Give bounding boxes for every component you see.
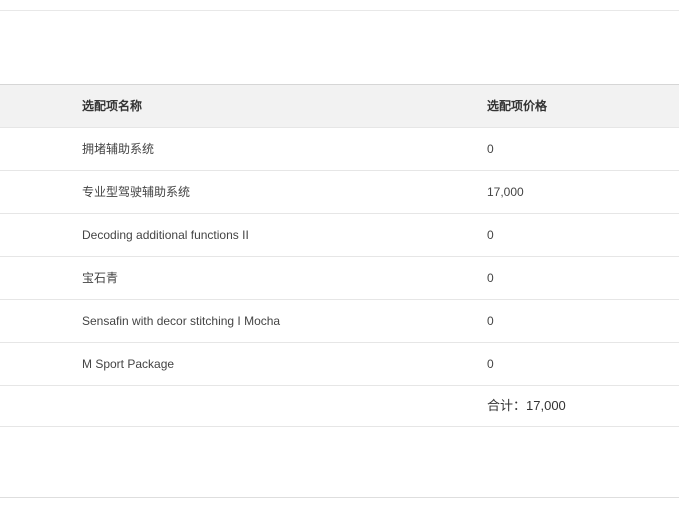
- total-label: 合计：: [487, 398, 527, 413]
- table-row: 专业型驾驶辅助系统 17,000: [0, 170, 679, 213]
- bottom-divider: [0, 497, 679, 498]
- option-name: Decoding additional functions II: [82, 228, 249, 242]
- options-table: 选配项名称 选配项价格 拥堵辅助系统 0 专业型驾驶辅助系统 17,000 De…: [0, 84, 679, 427]
- top-divider: [0, 10, 679, 11]
- option-name: 宝石青: [82, 271, 119, 285]
- table-row: Sensafin with decor stitching I Mocha 0: [0, 299, 679, 342]
- table-row: M Sport Package 0: [0, 342, 679, 385]
- option-name: M Sport Package: [82, 357, 175, 371]
- option-price: 0: [487, 228, 494, 242]
- table-row: Decoding additional functions II 0: [0, 213, 679, 256]
- table-row: 宝石青 0: [0, 256, 679, 299]
- table-header: 选配项名称 选配项价格: [0, 84, 679, 127]
- option-price: 0: [487, 271, 494, 285]
- option-name: Sensafin with decor stitching I Mocha: [82, 314, 281, 328]
- option-name: 专业型驾驶辅助系统: [82, 185, 191, 199]
- total-row: 合计：17,000: [0, 385, 679, 427]
- option-name: 拥堵辅助系统: [82, 142, 155, 156]
- header-option-name: 选配项名称: [82, 99, 143, 113]
- total-summary: 合计：17,000: [487, 386, 566, 426]
- option-price: 17,000: [487, 185, 524, 199]
- option-price: 0: [487, 357, 494, 371]
- options-page: 选配项名称 选配项价格 拥堵辅助系统 0 专业型驾驶辅助系统 17,000 De…: [0, 0, 679, 509]
- header-option-price: 选配项价格: [487, 99, 548, 113]
- total-value: 17,000: [526, 398, 566, 413]
- option-price: 0: [487, 314, 494, 328]
- option-price: 0: [487, 142, 494, 156]
- table-row: 拥堵辅助系统 0: [0, 127, 679, 170]
